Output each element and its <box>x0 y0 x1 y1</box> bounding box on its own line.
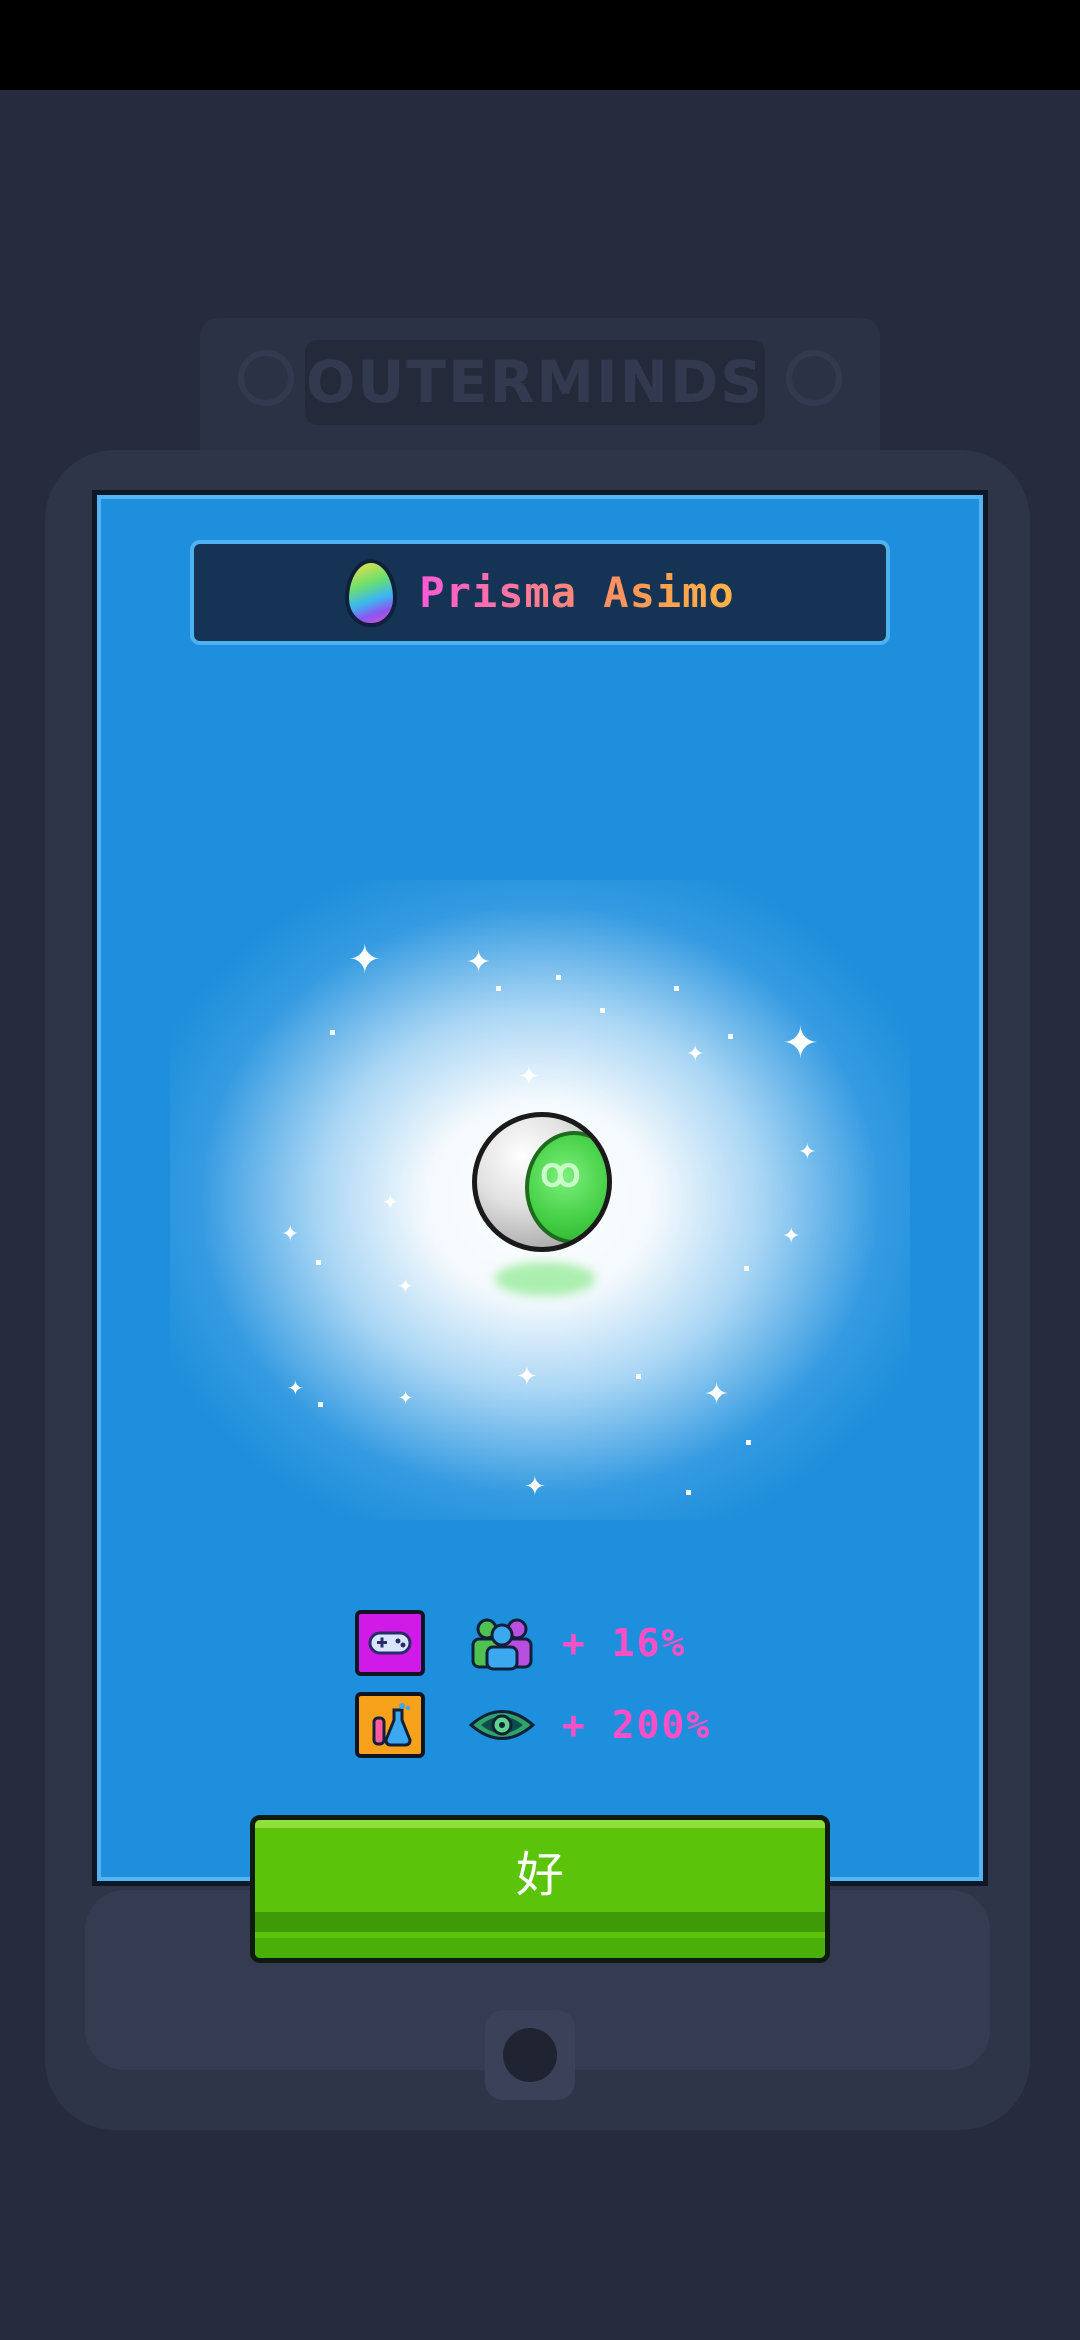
sparkle-dot <box>744 1266 749 1271</box>
orb-glyph: ꝏ <box>540 1150 581 1196</box>
lab-flask-icon <box>355 1692 425 1758</box>
ok-button-label: 好 <box>515 1847 564 1903</box>
gamepad-icon <box>355 1610 425 1676</box>
reward-title-bar: Prisma Asimo <box>190 540 890 645</box>
sparkle-dot <box>556 975 561 980</box>
sparkle-icon: ✦ <box>782 1224 801 1249</box>
sparkle-dot <box>674 986 679 991</box>
sparkle-icon: ✦ <box>287 1376 304 1400</box>
sparkle-icon: ✦ <box>397 1274 414 1298</box>
sparkle-icon: ✦ <box>782 1018 819 1069</box>
sparkle-dot <box>318 1402 323 1407</box>
sparkle-dot <box>636 1374 641 1379</box>
sparkle-dot <box>746 1440 751 1445</box>
machine-knob-right <box>786 350 842 406</box>
orb-shadow <box>495 1262 595 1296</box>
sparkle-icon: ✦ <box>518 1062 540 1092</box>
ok-button[interactable]: 好 <box>250 1815 830 1963</box>
sparkle-dot <box>316 1260 321 1265</box>
sparkle-dot <box>686 1490 691 1495</box>
sparkle-icon: ✦ <box>398 1388 414 1409</box>
sparkle-dot <box>496 986 501 991</box>
bonus-row: + 16% <box>355 1608 686 1678</box>
button-shade-lower <box>255 1938 825 1958</box>
machine-knob-left <box>238 350 294 406</box>
people-icon <box>467 1613 537 1673</box>
sparkle-icon: ✦ <box>382 1190 399 1214</box>
sparkle-dot <box>330 1030 335 1035</box>
sparkle-dot <box>728 1034 733 1039</box>
sparkle-dot <box>600 1008 605 1013</box>
bonus-row: + 200% <box>355 1690 711 1760</box>
sparkle-icon: ✦ <box>524 1472 546 1502</box>
machine-slot-hole <box>503 2028 557 2082</box>
status-bar <box>0 0 1080 90</box>
sparkle-icon: ✦ <box>466 945 492 980</box>
sparkle-icon: ✦ <box>281 1222 300 1247</box>
bonus-value: + 16% <box>562 1621 687 1665</box>
button-shade <box>255 1912 825 1932</box>
reward-title: Prisma Asimo <box>419 568 735 617</box>
eye-icon <box>467 1695 537 1755</box>
sparkle-icon: ✦ <box>798 1140 817 1165</box>
sparkle-icon: ✦ <box>348 937 382 983</box>
machine-logo: OUTERMINDS <box>305 340 765 425</box>
button-highlight <box>255 1820 825 1828</box>
bonus-value: + 200% <box>562 1703 712 1747</box>
sparkle-icon: ✦ <box>516 1362 538 1392</box>
sparkle-icon: ✦ <box>704 1377 730 1412</box>
rainbow-egg-icon <box>345 558 398 627</box>
sparkle-icon: ✦ <box>686 1042 705 1067</box>
